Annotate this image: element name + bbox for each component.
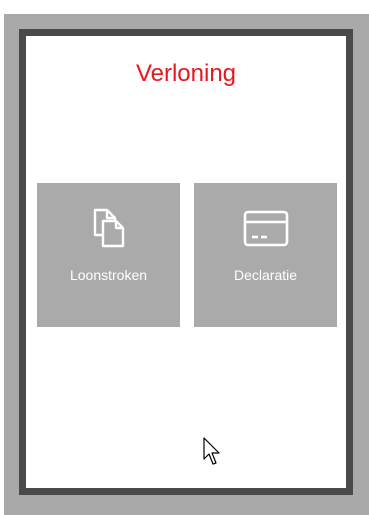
app-panel: Verloning Loonstroken Declaratie <box>19 29 353 495</box>
card-icon <box>243 210 288 247</box>
tile-loonstroken[interactable]: Loonstroken <box>37 183 180 327</box>
documents-icon <box>93 208 124 248</box>
tile-declaratie[interactable]: Declaratie <box>194 183 337 327</box>
mouse-cursor-icon <box>203 437 220 465</box>
tile-label: Declaratie <box>233 267 298 283</box>
page-title: Verloning <box>135 60 237 87</box>
tile-label: Loonstroken <box>69 267 148 283</box>
